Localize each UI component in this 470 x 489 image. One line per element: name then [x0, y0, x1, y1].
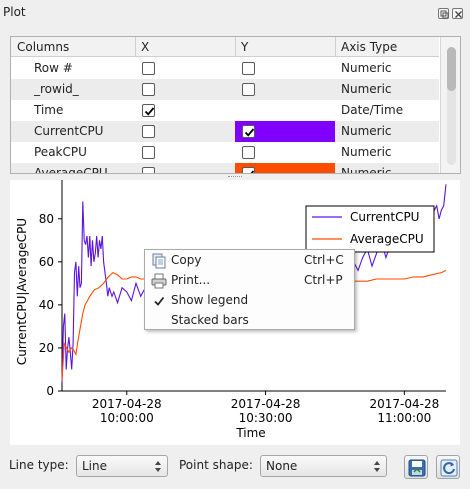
printer-icon: [151, 273, 167, 289]
scrollbar-thumb[interactable]: [447, 47, 456, 91]
column-name: Time: [34, 103, 64, 117]
table-row[interactable]: _rowid_ Numeric: [11, 79, 439, 100]
column-name: AverageCPU: [34, 166, 108, 174]
y-axis-checkbox[interactable]: [242, 62, 255, 75]
y-tick-label: 20: [39, 341, 54, 355]
menu-label-stacked-bars: Stacked bars: [171, 313, 249, 327]
table-row[interactable]: Time Date/Time: [11, 100, 439, 121]
close-icon[interactable]: [452, 8, 463, 19]
y-tick-label: 60: [39, 255, 54, 269]
menu-label-show-legend: Show legend: [171, 293, 249, 307]
table-row[interactable]: AverageCPU Numeric: [11, 163, 439, 174]
menu-item-show-legend[interactable]: Show legend: [146, 291, 355, 311]
dock-title: Plot: [3, 5, 26, 19]
y-axis-checkbox[interactable]: [242, 167, 255, 173]
dock-title-bar: Plot: [0, 0, 470, 26]
axis-type: Numeric: [341, 124, 392, 138]
x-axis-checkbox[interactable]: [142, 83, 155, 96]
y-tick-label: 0: [46, 384, 54, 398]
x-axis-checkbox[interactable]: [142, 125, 155, 138]
x-tick-date: 2017-04-28: [92, 397, 162, 411]
menu-item-copy[interactable]: Copy Ctrl+C: [146, 251, 355, 271]
table-scrollbar[interactable]: [440, 37, 460, 173]
x-tick-time: 10:30:00: [239, 411, 293, 425]
point-shape-label: Point shape:: [179, 458, 253, 472]
header-axis-type[interactable]: Axis Type: [341, 40, 397, 54]
y-tick-label: 40: [39, 298, 54, 312]
menu-item-print[interactable]: Print... Ctrl+P: [146, 271, 355, 291]
table-row[interactable]: PeakCPU Numeric: [11, 142, 439, 163]
refresh-button[interactable]: [436, 455, 460, 479]
menu-shortcut-copy: Ctrl+C: [304, 253, 344, 267]
legend-label: AverageCPU: [350, 232, 424, 246]
save-plot-button[interactable]: [404, 455, 428, 479]
menu-label-copy: Copy: [171, 253, 202, 267]
x-axis-checkbox[interactable]: [142, 146, 155, 159]
column-name: Row #: [34, 61, 73, 75]
table-row[interactable]: CurrentCPU Numeric: [11, 121, 439, 142]
y-axis-checkbox[interactable]: [242, 146, 255, 159]
splitter-handle[interactable]: [228, 176, 242, 178]
checkmark-icon: [151, 293, 167, 309]
table-header: Columns X Y Axis Type: [11, 37, 439, 57]
axis-type: Numeric: [341, 145, 392, 159]
axis-type: Numeric: [341, 82, 392, 96]
context-menu: Copy Ctrl+C Print... Ctrl+P Show legend …: [144, 249, 355, 330]
y-tick-label: 80: [39, 212, 54, 226]
menu-item-stacked-bars[interactable]: Stacked bars: [146, 311, 355, 331]
legend-label: CurrentCPU: [350, 210, 419, 224]
x-axis-checkbox[interactable]: [142, 167, 155, 173]
x-axis-checkbox[interactable]: [142, 62, 155, 75]
line-type-select[interactable]: Line: [76, 455, 168, 477]
column-name: _rowid_: [34, 82, 79, 96]
x-tick-date: 2017-04-28: [369, 397, 439, 411]
x-tick-time: 11:00:00: [377, 411, 431, 425]
header-y[interactable]: Y: [241, 40, 248, 54]
copy-icon: [151, 253, 167, 269]
axis-type: Numeric: [341, 61, 392, 75]
column-name: PeakCPU: [34, 145, 87, 159]
axis-type: Numeric: [341, 166, 392, 174]
updown-arrow-icon: [154, 460, 162, 476]
x-axis-checkbox[interactable]: [142, 104, 155, 117]
header-columns[interactable]: Columns: [17, 40, 69, 54]
menu-shortcut-print: Ctrl+P: [304, 273, 343, 287]
header-x[interactable]: X: [141, 40, 149, 54]
float-icon[interactable]: [438, 8, 449, 19]
updown-arrow-icon: [373, 460, 381, 476]
table-row[interactable]: Row # Numeric: [11, 58, 439, 79]
y-axis-label: CurrentCPU|AverageCPU: [15, 218, 29, 365]
y-axis-checkbox[interactable]: [242, 83, 255, 96]
column-name: CurrentCPU: [34, 124, 104, 138]
x-axis-label: Time: [235, 426, 265, 440]
x-tick-date: 2017-04-28: [231, 397, 301, 411]
axis-type: Date/Time: [341, 103, 404, 117]
x-tick-time: 10:00:00: [100, 411, 154, 425]
line-type-value: Line: [82, 459, 108, 473]
point-shape-select[interactable]: None: [260, 455, 387, 477]
point-shape-value: None: [266, 459, 298, 473]
y-axis-checkbox[interactable]: [242, 125, 255, 138]
menu-label-print: Print...: [171, 273, 211, 287]
plot-options-bar: Line type: Line Point shape: None: [0, 448, 470, 489]
columns-table: Columns X Y Axis Type Row # Numeric _rowid…: [10, 36, 461, 174]
line-type-label: Line type:: [9, 458, 69, 472]
